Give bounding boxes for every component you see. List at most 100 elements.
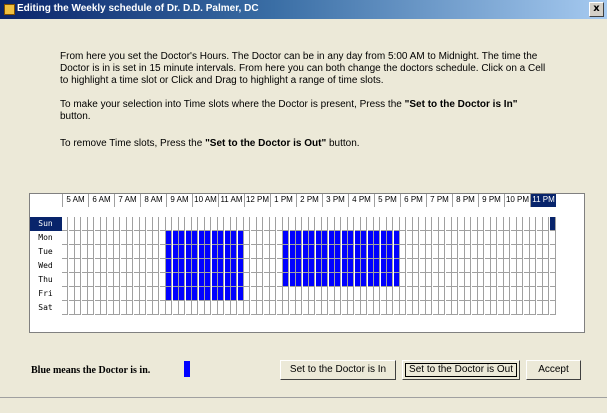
time-slot[interactable] bbox=[140, 301, 146, 315]
time-slot[interactable] bbox=[114, 273, 120, 287]
time-slot[interactable] bbox=[198, 245, 205, 259]
time-slot[interactable] bbox=[237, 273, 244, 287]
time-slot[interactable] bbox=[361, 217, 367, 231]
time-slot[interactable] bbox=[159, 259, 166, 273]
time-slot[interactable] bbox=[94, 273, 101, 287]
time-slot[interactable] bbox=[445, 231, 452, 245]
time-slot[interactable] bbox=[491, 217, 497, 231]
time-slot[interactable] bbox=[504, 217, 510, 231]
time-slot[interactable] bbox=[198, 287, 205, 301]
time-slot[interactable] bbox=[452, 287, 458, 301]
time-slot[interactable] bbox=[393, 273, 400, 287]
time-slot[interactable] bbox=[335, 259, 341, 273]
time-slot[interactable] bbox=[179, 245, 185, 259]
time-slot[interactable] bbox=[478, 231, 484, 245]
time-slot[interactable] bbox=[270, 259, 276, 273]
time-slot[interactable] bbox=[94, 301, 101, 315]
time-slot[interactable] bbox=[244, 287, 250, 301]
time-slot[interactable] bbox=[335, 273, 341, 287]
time-slot[interactable] bbox=[283, 287, 289, 301]
time-slot[interactable] bbox=[218, 301, 224, 315]
time-slot[interactable] bbox=[400, 245, 406, 259]
time-slot[interactable] bbox=[452, 259, 458, 273]
time-slot[interactable] bbox=[153, 301, 159, 315]
time-slot[interactable] bbox=[361, 273, 367, 287]
time-slot[interactable] bbox=[101, 273, 107, 287]
time-slot[interactable] bbox=[523, 245, 530, 259]
time-slot[interactable] bbox=[354, 273, 361, 287]
time-slot[interactable] bbox=[114, 217, 120, 231]
time-slot[interactable] bbox=[185, 245, 192, 259]
time-slot[interactable] bbox=[445, 301, 452, 315]
time-slot[interactable] bbox=[517, 273, 523, 287]
time-slot[interactable] bbox=[276, 217, 283, 231]
time-slot[interactable] bbox=[341, 217, 348, 231]
time-slot[interactable] bbox=[88, 231, 94, 245]
time-slot[interactable] bbox=[348, 217, 354, 231]
time-slot[interactable] bbox=[244, 273, 250, 287]
time-slot[interactable] bbox=[179, 287, 185, 301]
time-slot[interactable] bbox=[419, 273, 426, 287]
time-slot[interactable] bbox=[68, 259, 75, 273]
time-slot[interactable] bbox=[465, 231, 471, 245]
time-slot[interactable] bbox=[68, 245, 75, 259]
time-slot[interactable] bbox=[289, 231, 296, 245]
time-slot[interactable] bbox=[530, 217, 536, 231]
time-slot[interactable] bbox=[361, 259, 367, 273]
time-slot[interactable] bbox=[283, 231, 289, 245]
time-slot[interactable] bbox=[426, 273, 432, 287]
time-slot[interactable] bbox=[471, 259, 478, 273]
time-slot[interactable] bbox=[101, 259, 107, 273]
time-slot[interactable] bbox=[497, 301, 504, 315]
time-slot[interactable] bbox=[484, 273, 491, 287]
time-slot[interactable] bbox=[127, 301, 133, 315]
time-slot[interactable] bbox=[543, 259, 549, 273]
time-slot[interactable] bbox=[302, 287, 309, 301]
time-slot[interactable] bbox=[257, 231, 263, 245]
time-slot[interactable] bbox=[75, 287, 81, 301]
time-slot[interactable] bbox=[543, 273, 549, 287]
time-slot[interactable] bbox=[75, 231, 81, 245]
time-slot[interactable] bbox=[452, 217, 458, 231]
time-slot[interactable] bbox=[432, 245, 439, 259]
time-slot[interactable] bbox=[172, 287, 179, 301]
time-slot[interactable] bbox=[530, 245, 536, 259]
time-slot[interactable] bbox=[218, 273, 224, 287]
time-slot[interactable] bbox=[426, 231, 432, 245]
time-slot[interactable] bbox=[289, 301, 296, 315]
time-slot[interactable] bbox=[192, 245, 198, 259]
time-slot[interactable] bbox=[68, 217, 75, 231]
time-slot[interactable] bbox=[419, 217, 426, 231]
hour-header-4pm[interactable]: 4 PM bbox=[348, 193, 374, 207]
time-slot[interactable] bbox=[406, 231, 413, 245]
time-slot[interactable] bbox=[283, 301, 289, 315]
time-slot[interactable] bbox=[237, 245, 244, 259]
time-slot[interactable] bbox=[530, 287, 536, 301]
time-slot[interactable] bbox=[549, 217, 556, 231]
time-slot[interactable] bbox=[172, 273, 179, 287]
time-slot[interactable] bbox=[322, 245, 328, 259]
time-slot[interactable] bbox=[543, 287, 549, 301]
time-slot[interactable] bbox=[361, 301, 367, 315]
time-slot[interactable] bbox=[315, 217, 322, 231]
time-slot[interactable] bbox=[101, 301, 107, 315]
time-slot[interactable] bbox=[146, 245, 153, 259]
time-slot[interactable] bbox=[432, 301, 439, 315]
time-slot[interactable] bbox=[380, 245, 387, 259]
time-slot[interactable] bbox=[224, 245, 231, 259]
time-slot[interactable] bbox=[471, 287, 478, 301]
time-slot[interactable] bbox=[517, 259, 523, 273]
title-bar[interactable]: Editing the Weekly schedule of Dr. D.D. … bbox=[0, 0, 607, 19]
time-slot[interactable] bbox=[127, 273, 133, 287]
time-slot[interactable] bbox=[367, 273, 374, 287]
time-slot[interactable] bbox=[354, 259, 361, 273]
time-slot[interactable] bbox=[523, 217, 530, 231]
time-slot[interactable] bbox=[497, 231, 504, 245]
day-label-wed[interactable]: Wed bbox=[29, 259, 62, 273]
day-label-sun[interactable]: Sun bbox=[29, 217, 62, 231]
time-slot[interactable] bbox=[406, 217, 413, 231]
time-slot[interactable] bbox=[107, 287, 114, 301]
time-slot[interactable] bbox=[120, 245, 127, 259]
time-slot[interactable] bbox=[465, 245, 471, 259]
time-slot[interactable] bbox=[133, 287, 140, 301]
